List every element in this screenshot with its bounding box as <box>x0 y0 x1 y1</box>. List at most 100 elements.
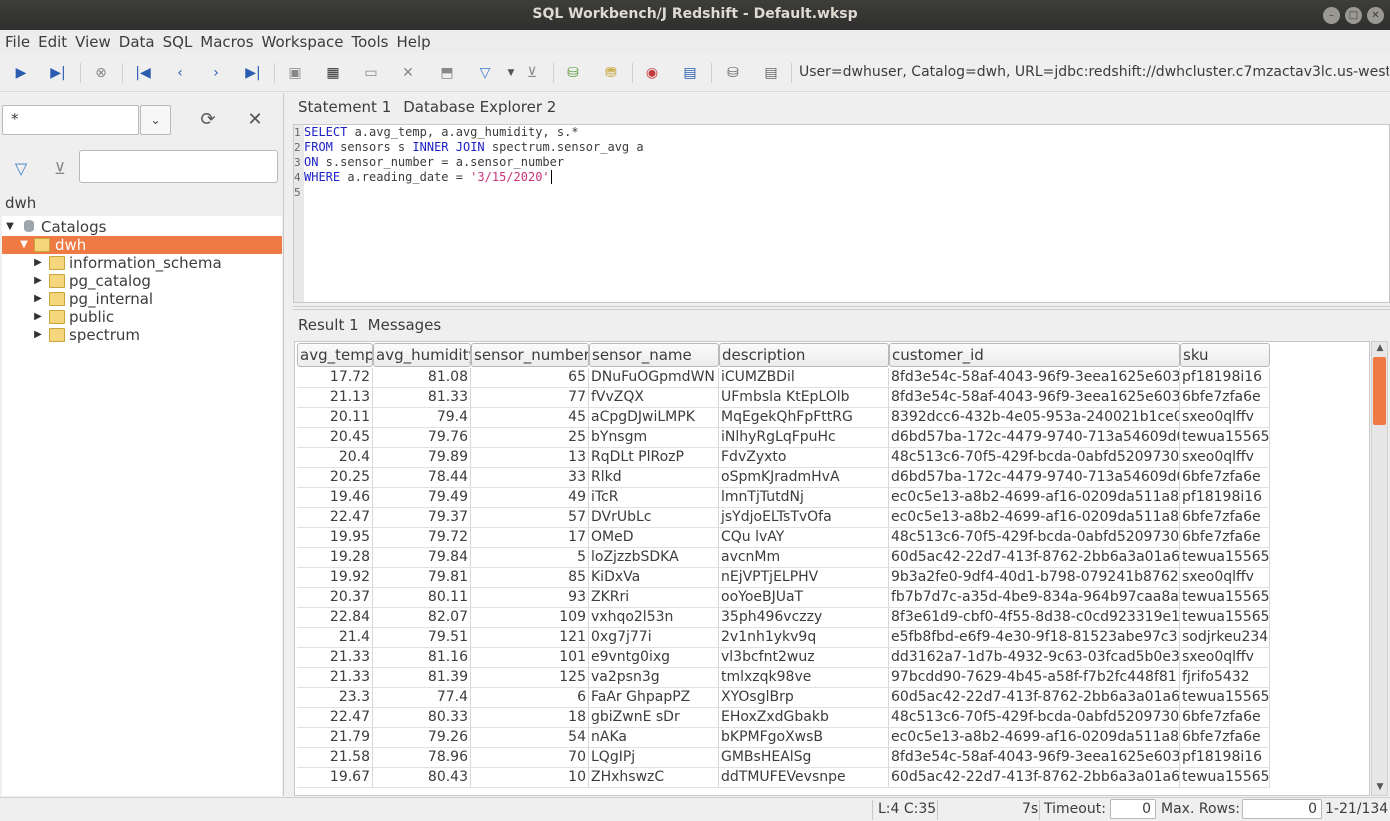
collapsed-icon[interactable]: ▶ <box>32 326 44 344</box>
table-row[interactable]: 21.13 81.33 77 fVvZQX UFmbsla KtEpLOlb 8fd3e5… <box>297 388 1270 408</box>
table-cell[interactable]: 21.33 <box>297 648 373 668</box>
table-row[interactable]: 23.3 77.4 6 FaAr GhpapPZ XYOsglBrp 60d5ac42-2… <box>297 688 1270 708</box>
table-cell[interactable]: dd3162a7-1d7b-4932-9c63-03fcad5b0e3a <box>889 648 1180 668</box>
table-cell[interactable]: 60d5ac42-22d7-413f-8762-2bb6a3a01a67 <box>889 688 1180 708</box>
table-row[interactable]: 22.47 79.37 57 DVrUbLc jsYdjoELTsTvOfa ec0c5e… <box>297 508 1270 528</box>
column-header-avg-temp[interactable]: avg_temp <box>297 343 373 367</box>
table-cell[interactable]: 49 <box>471 488 589 508</box>
table-row[interactable]: 21.33 81.16 101 e9vntg0ixg vl3bcfnt2wuz dd316… <box>297 648 1270 668</box>
table-cell[interactable]: tmlxzqk98ve <box>719 668 889 688</box>
table-cell[interactable]: 8f3e61d9-cbf0-4f55-8d38-c0cd923319e1 <box>889 608 1180 628</box>
table-cell[interactable]: fb7b7d7c-a35d-4be9-834a-964b97caa8ac <box>889 588 1180 608</box>
scroll-up-icon[interactable]: ▲ <box>1374 343 1386 355</box>
table-cell[interactable]: e9vntg0ixg <box>589 648 719 668</box>
table-cell[interactable]: 70 <box>471 748 589 768</box>
table-row[interactable]: 21.58 78.96 70 LQgIPj GMBsHEAlSg 8fd3e54c-58a… <box>297 748 1270 768</box>
table-cell[interactable]: 6 <box>471 688 589 708</box>
table-cell[interactable]: MqEgekQhFpFttRG <box>719 408 889 428</box>
refresh-icon[interactable]: ⟳ <box>196 109 220 133</box>
table-cell[interactable]: OMeD <box>589 528 719 548</box>
menu-tools[interactable]: Tools <box>352 33 389 51</box>
table-cell[interactable]: 2v1nh1ykv9q <box>719 628 889 648</box>
table-cell[interactable]: 21.4 <box>297 628 373 648</box>
table-cell[interactable]: GMBsHEAlSg <box>719 748 889 768</box>
table-cell[interactable]: 79.4 <box>373 408 471 428</box>
table-cell[interactable]: 21.13 <box>297 388 373 408</box>
delete-row-icon[interactable]: ✕ <box>397 62 419 84</box>
menu-edit[interactable]: Edit <box>38 33 67 51</box>
filter-dropdown-icon[interactable]: ▼ <box>500 62 522 84</box>
table-cell[interactable]: 19.67 <box>297 768 373 788</box>
menu-data[interactable]: Data <box>119 33 155 51</box>
table-cell[interactable]: 13 <box>471 448 589 468</box>
reset-filter-icon[interactable]: ⊻ <box>50 159 70 179</box>
table-cell[interactable]: vl3bcfnt2wuz <box>719 648 889 668</box>
table-cell[interactable]: tewua15565 <box>1180 548 1270 568</box>
expanded-icon[interactable]: ▼ <box>18 236 30 254</box>
table-cell[interactable]: 109 <box>471 608 589 628</box>
table-row[interactable]: 20.4 79.89 13 RqDLt PlRozP FdvZyxto 48c513c6-… <box>297 448 1270 468</box>
table-cell[interactable]: pf18198i16 <box>1180 368 1270 388</box>
table-cell[interactable]: gbiZwnE sDr <box>589 708 719 728</box>
save-icon[interactable]: ▣ <box>284 62 306 84</box>
table-cell[interactable]: 19.46 <box>297 488 373 508</box>
table-cell[interactable]: 60d5ac42-22d7-413f-8762-2bb6a3a01a67 <box>889 548 1180 568</box>
table-cell[interactable]: ec0c5e13-a8b2-4699-af16-0209da511a81 <box>889 728 1180 748</box>
menu-sql[interactable]: SQL <box>163 33 193 51</box>
table-cell[interactable]: 10 <box>471 768 589 788</box>
table-cell[interactable]: 22.84 <box>297 608 373 628</box>
table-cell[interactable]: va2psn3g <box>589 668 719 688</box>
table-cell[interactable]: 81.33 <box>373 388 471 408</box>
tree-item-schema[interactable]: ▶ spectrum <box>2 326 282 344</box>
table-cell[interactable]: 21.33 <box>297 668 373 688</box>
table-cell[interactable]: 80.11 <box>373 588 471 608</box>
table-cell[interactable]: 79.37 <box>373 508 471 528</box>
table-cell[interactable]: 81.39 <box>373 668 471 688</box>
menu-workspace[interactable]: Workspace <box>262 33 344 51</box>
result-grid[interactable]: avg_temp avg_humidity sensor_number sensor_… <box>294 341 1370 796</box>
table-cell[interactable]: 85 <box>471 568 589 588</box>
table-cell[interactable]: 9b3a2fe0-9df4-40d1-b798-079241b87622 <box>889 568 1180 588</box>
table-cell[interactable]: 60d5ac42-22d7-413f-8762-2bb6a3a01a67 <box>889 768 1180 788</box>
table-cell[interactable]: pf18198i16 <box>1180 488 1270 508</box>
table-cell[interactable]: 79.89 <box>373 448 471 468</box>
maximize-icon[interactable]: □ <box>1345 7 1362 24</box>
table-cell[interactable]: 6bfe7zfa6e <box>1180 728 1270 748</box>
table-row[interactable]: 19.28 79.84 5 loZjzzbSDKA avcnMm 60d5ac42-22d… <box>297 548 1270 568</box>
table-cell[interactable]: FdvZyxto <box>719 448 889 468</box>
sql-editor[interactable]: 1 SELECT a.avg_temp, a.avg_humidity, s.* … <box>293 124 1390 303</box>
database-icon[interactable]: ⛁ <box>722 62 744 84</box>
table-cell[interactable]: 79.84 <box>373 548 471 568</box>
table-row[interactable]: 21.4 79.51 121 0xg7j77i 2v1nh1ykv9q e5fb8fbd-… <box>297 628 1270 648</box>
table-cell[interactable]: sxeo0qlffv <box>1180 448 1270 468</box>
execute-icon[interactable]: ▶ <box>10 62 32 84</box>
table-cell[interactable]: 6bfe7zfa6e <box>1180 708 1270 728</box>
table-cell[interactable]: oSpmKJradmHvA <box>719 468 889 488</box>
table-cell[interactable]: d6bd57ba-172c-4479-9740-713a54609d0b <box>889 468 1180 488</box>
table-cell[interactable]: CQu lvAY <box>719 528 889 548</box>
table-cell[interactable]: 45 <box>471 408 589 428</box>
table-cell[interactable]: 8392dcc6-432b-4e05-953a-240021b1ce05 <box>889 408 1180 428</box>
table-cell[interactable]: 20.25 <box>297 468 373 488</box>
table-row[interactable]: 21.79 79.26 54 nAKa bKPMFgoXwsB ec0c5e13-a8b2… <box>297 728 1270 748</box>
table-cell[interactable]: tewua15565 <box>1180 588 1270 608</box>
table-cell[interactable]: 82.07 <box>373 608 471 628</box>
menu-view[interactable]: View <box>75 33 111 51</box>
table-cell[interactable]: 79.76 <box>373 428 471 448</box>
minimize-icon[interactable]: – <box>1323 7 1340 24</box>
collapsed-icon[interactable]: ▶ <box>32 290 44 308</box>
tree-item-schema[interactable]: ▶ information_schema <box>2 254 282 272</box>
table-cell[interactable]: 79.81 <box>373 568 471 588</box>
max-rows-input[interactable]: 0 <box>1242 799 1322 819</box>
collapsed-icon[interactable]: ▶ <box>32 308 44 326</box>
table-row[interactable]: 19.46 79.49 49 iTcR lmnTjTutdNj ec0c5e13-a8b2… <box>297 488 1270 508</box>
chevron-down-icon[interactable]: ⌄ <box>140 105 171 135</box>
table-cell[interactable]: iNlhyRgLqFpuHc <box>719 428 889 448</box>
table-cell[interactable]: 48c513c6-70f5-429f-bcda-0abfd5209730 <box>889 448 1180 468</box>
table-cell[interactable]: 8fd3e54c-58af-4043-96f9-3eea1625e603 <box>889 748 1180 768</box>
column-header-customer-id[interactable]: customer_id <box>889 343 1180 367</box>
table-cell[interactable]: jsYdjoELTsTvOfa <box>719 508 889 528</box>
table-row[interactable]: 20.45 79.76 25 bYnsgm iNlhyRgLqFpuHc d6bd57ba… <box>297 428 1270 448</box>
table-cell[interactable]: 54 <box>471 728 589 748</box>
table-cell[interactable]: 97bcdd90-7629-4b45-a58f-f7b2fc448f81 <box>889 668 1180 688</box>
